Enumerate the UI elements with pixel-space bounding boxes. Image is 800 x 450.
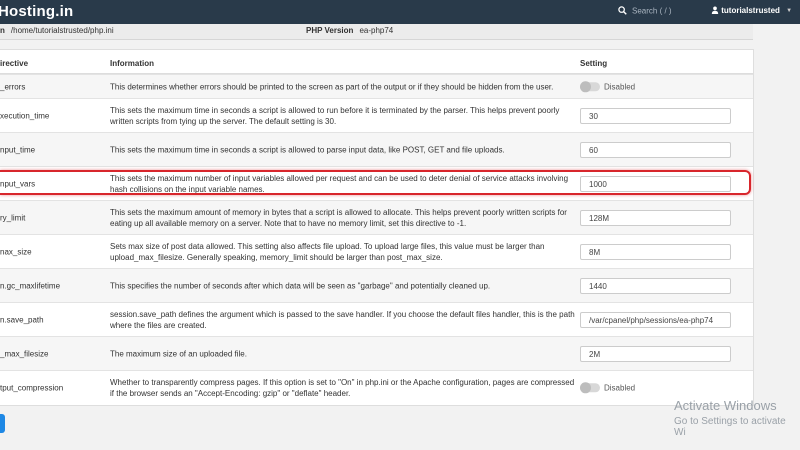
table-row: nax_size Sets max size of post data allo… — [0, 234, 753, 269]
directive-info: This specifies the number of seconds aft… — [110, 281, 491, 291]
table-row: nput_time This sets the maximum time in … — [0, 132, 753, 167]
top-navbar: Hosting.in Search ( / ) tutorialstrusted… — [0, 0, 800, 24]
table-header: irective Information Setting — [0, 50, 753, 75]
directive-name: xecution_time — [0, 111, 50, 121]
table-row: _max_filesize The maximum size of an upl… — [0, 336, 753, 371]
directive-name: tput_compression — [0, 383, 64, 393]
username: tutorialstrusted — [721, 6, 780, 16]
header-directive: irective — [0, 59, 29, 68]
user-menu[interactable]: tutorialstrusted ▼ — [711, 6, 792, 16]
directives-table: irective Information Setting _errors Thi… — [0, 49, 754, 406]
directive-info: Whether to transparently compress pages.… — [110, 378, 575, 398]
table-row: xecution_time This sets the maximum time… — [0, 98, 753, 133]
table-row: n.gc_maxlifetime This specifies the numb… — [0, 268, 753, 303]
table-row: n.save_path session.save_path defines th… — [0, 302, 753, 337]
table-row: nput_vars This sets the maximum number o… — [0, 166, 753, 201]
directive-name: nput_vars — [0, 179, 36, 189]
max-execution-time-input[interactable]: 30 — [580, 108, 731, 124]
activate-windows-watermark: Activate Windows Go to Settings to activ… — [674, 398, 800, 438]
directive-name: nax_size — [0, 247, 32, 257]
max-input-vars-input[interactable]: 1000 — [580, 176, 731, 192]
php-version-value: ea-php74 — [359, 26, 394, 35]
toggle-switch[interactable] — [580, 382, 600, 394]
directive-info: This sets the maximum amount of memory i… — [110, 208, 567, 228]
output-compression-toggle[interactable]: Disabled — [580, 382, 636, 394]
user-icon — [711, 6, 719, 16]
directive-name: nput_time — [0, 145, 36, 155]
directive-info: session.save_path defines the argument w… — [110, 310, 575, 330]
header-information: Information — [110, 59, 154, 68]
header-setting: Setting — [580, 59, 608, 68]
directive-name: n.gc_maxlifetime — [0, 281, 61, 291]
php-version: PHP Version ea-php74 — [306, 26, 393, 35]
brand-logo[interactable]: Hosting.in — [0, 3, 73, 20]
watermark-line-2: Go to Settings to activate Wi — [674, 416, 786, 438]
directive-name: _max_filesize — [0, 349, 49, 359]
chevron-down-icon: ▼ — [786, 8, 793, 14]
search-icon — [618, 6, 627, 17]
directive-name: _errors — [0, 82, 26, 92]
directive-name: ry_limit — [0, 213, 26, 223]
search-placeholder: Search ( / ) — [632, 6, 672, 16]
max-input-time-input[interactable]: 60 — [580, 142, 731, 158]
file-path-value: /home/tutorialstrusted/php.ini — [10, 26, 114, 35]
upload-max-filesize-input[interactable]: 2M — [580, 346, 731, 362]
toggle-switch[interactable] — [580, 81, 600, 93]
gc-maxlifetime-input[interactable]: 1440 — [580, 278, 731, 294]
directive-info: This sets the maximum time in seconds a … — [110, 106, 560, 126]
search-box[interactable]: Search ( / ) — [618, 6, 672, 17]
file-path: n/home/tutorialstrusted/php.ini — [0, 26, 114, 35]
directive-info: This sets the maximum time in seconds a … — [110, 145, 505, 155]
directive-info: This determines whether errors should be… — [110, 82, 554, 92]
php-version-label: PHP Version — [306, 26, 354, 35]
directive-info: The maximum size of an uploaded file. — [110, 349, 247, 359]
table-row: tput_compression Whether to transparentl… — [0, 370, 753, 405]
apply-button[interactable] — [0, 414, 5, 433]
toggle-label: Disabled — [604, 383, 636, 393]
directive-name: n.save_path — [0, 315, 44, 325]
watermark-line-1: Activate Windows — [674, 398, 777, 413]
php-ini-info-bar: n/home/tutorialstrusted/php.ini PHP Vers… — [0, 24, 753, 40]
directive-info: Sets max size of post data allowed. This… — [110, 242, 545, 262]
table-row: ry_limit This sets the maximum amount of… — [0, 200, 753, 235]
post-max-size-input[interactable]: 8M — [580, 244, 731, 260]
file-path-label: n — [0, 26, 5, 35]
toggle-label: Disabled — [604, 82, 636, 92]
save-path-input[interactable]: /var/cpanel/php/sessions/ea-php74 — [580, 312, 731, 328]
memory-limit-input[interactable]: 128M — [580, 210, 731, 226]
table-row: _errors This determines whether errors s… — [0, 74, 753, 99]
display-errors-toggle[interactable]: Disabled — [580, 81, 636, 93]
directive-info: This sets the maximum number of input va… — [110, 174, 569, 194]
